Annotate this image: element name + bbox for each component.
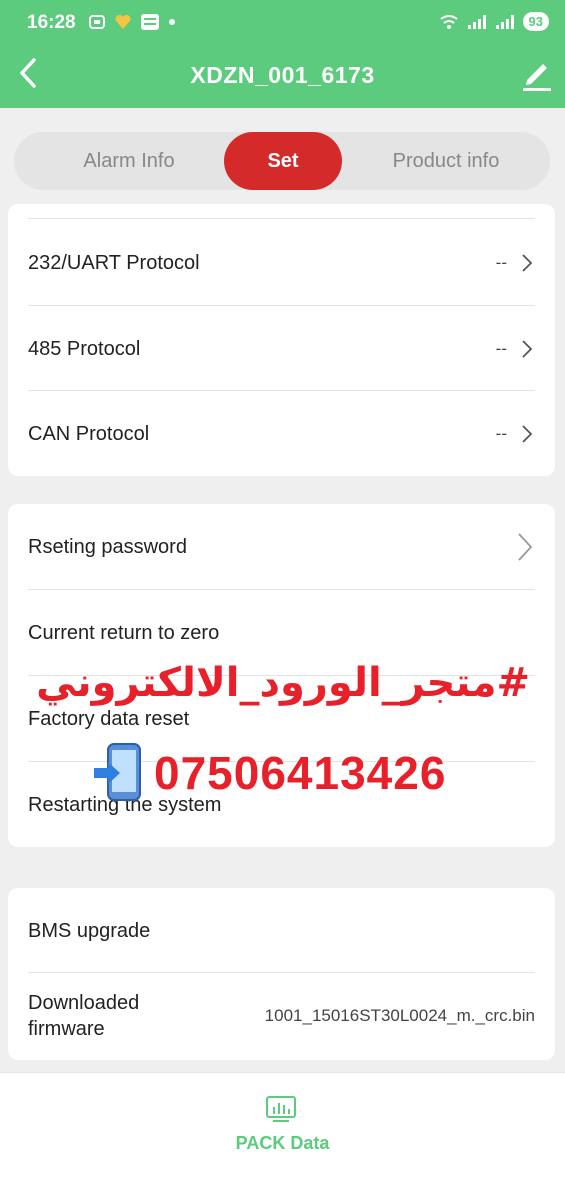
phone-icon <box>94 743 141 801</box>
list-item-label: Rseting password <box>28 536 187 558</box>
tab-product-info[interactable]: Product info <box>348 132 544 190</box>
list-item-232-uart-protocol[interactable]: 232/UART Protocol -- <box>28 220 535 306</box>
firmware-filename: 1001_15016ST30L0024_m._crc.bin <box>264 1005 535 1025</box>
list-item-value: -- <box>495 253 507 272</box>
dot-icon <box>169 19 175 25</box>
list-item-can-protocol[interactable]: CAN Protocol -- <box>28 390 535 476</box>
upgrade-card: BMS upgrade Downloaded firmware 1001_150… <box>8 888 555 1060</box>
list-item-bms-upgrade[interactable]: BMS upgrade <box>28 888 535 974</box>
list-item-label: 485 Protocol <box>28 337 141 360</box>
app-header: XDZN_001_6173 <box>0 46 565 108</box>
tab-set[interactable]: Set <box>224 132 342 190</box>
list-item-485-protocol[interactable]: 485 Protocol -- <box>28 305 535 391</box>
status-right-icons: 93 <box>439 12 549 31</box>
chevron-right-icon <box>518 533 533 561</box>
battery-indicator: 93 <box>522 12 549 31</box>
edit-pencil-icon[interactable] <box>519 56 553 92</box>
bottom-navigation: PACK Data <box>0 1072 565 1179</box>
nav-item-pack-data[interactable]: PACK Data <box>200 1073 365 1179</box>
list-item-label: Downloaded firmware <box>28 991 140 1040</box>
list-item-reset-password[interactable]: Rseting password <box>28 504 535 590</box>
status-time: 16:28 <box>27 12 76 33</box>
signal-icon <box>467 14 486 29</box>
chart-monitor-icon <box>266 1096 296 1122</box>
list-item-label: CAN Protocol <box>28 422 150 445</box>
list-item-value: -- <box>495 423 507 443</box>
chevron-right-icon <box>522 424 533 443</box>
wifi-icon <box>439 14 458 29</box>
list-item-label: BMS upgrade <box>28 920 151 942</box>
list-item-downloaded-firmware: Downloaded firmware 1001_15016ST30L0024_… <box>28 972 535 1058</box>
nav-item-label: PACK Data <box>235 1133 330 1153</box>
tab-alarm-info[interactable]: Alarm Info <box>24 132 234 190</box>
page-title: XDZN_001_6173 <box>190 62 375 88</box>
status-left-icons <box>88 13 176 31</box>
list-item-label: 232/UART Protocol <box>28 252 200 274</box>
status-bar: 16:28 93 <box>0 0 565 46</box>
chevron-right-icon <box>522 254 533 272</box>
protocol-settings-card: 232/UART Protocol -- 485 Protocol -- CAN… <box>8 204 555 476</box>
signal-icon-2 <box>495 14 514 29</box>
list-item-label: Current return to zero <box>28 621 220 644</box>
message-icon <box>141 14 159 30</box>
tab-bar: Alarm Info Set Product info <box>14 132 550 190</box>
watermark-text: #متجر_الورود_الالكتروني <box>36 660 530 706</box>
watermark-phone: 07506413426 <box>92 742 446 804</box>
list-item-label: Factory data reset <box>28 707 190 730</box>
screenshot-icon <box>89 15 105 29</box>
heart-icon <box>115 14 131 29</box>
watermark-phone-number: 07506413426 <box>154 747 447 799</box>
list-item-value: -- <box>495 338 507 358</box>
chevron-right-icon <box>522 339 533 358</box>
